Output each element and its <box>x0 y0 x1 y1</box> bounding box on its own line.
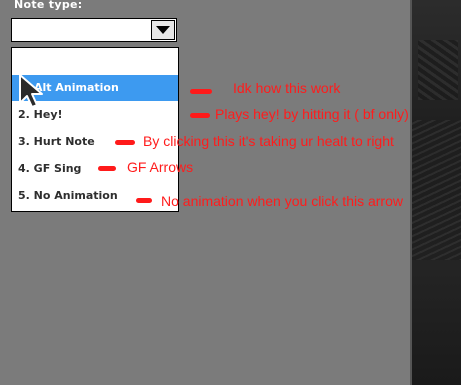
dropdown-toggle-button[interactable] <box>151 20 175 40</box>
annotation-marker <box>190 89 212 94</box>
note-type-select[interactable] <box>11 18 177 42</box>
annotation-marker <box>190 113 210 118</box>
annotation-alt-animation: Idk how this work <box>233 80 341 96</box>
annotation-hurt-note: By clicking this it's taking ur healt to… <box>143 133 394 149</box>
scene-texture <box>412 120 461 260</box>
mouse-pointer-icon <box>19 74 43 108</box>
annotation-marker <box>136 198 152 203</box>
annotation-marker <box>115 140 135 145</box>
note-type-label: Note type: <box>14 0 83 11</box>
dropdown-option-blank[interactable] <box>12 48 178 74</box>
annotation-no-animation: No animation when you click this arrow <box>161 193 403 209</box>
annotation-gf-sing: GF Arrows <box>127 159 194 175</box>
note-type-dropdown-list[interactable]: Alt Animation 2. Hey! 3. Hurt Note 4. GF… <box>11 47 179 212</box>
dropdown-option-no-animation[interactable]: 5. No Animation <box>12 183 178 209</box>
scene-texture <box>418 40 458 100</box>
annotation-hey: Plays hey! by hitting it ( bf only) <box>215 106 409 122</box>
annotation-marker <box>98 166 116 171</box>
triangle-down-icon <box>156 26 170 34</box>
